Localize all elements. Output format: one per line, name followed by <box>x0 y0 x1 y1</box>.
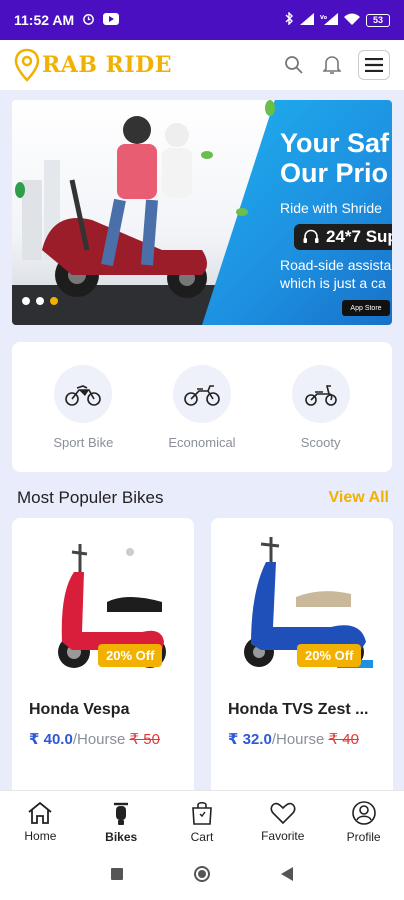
status-time: 11:52 AM <box>14 12 75 28</box>
bike-price: ₹ 40.0 <box>29 731 73 748</box>
bottom-navigation: Home Bikes Cart Favorite Profile <box>0 790 404 852</box>
carousel-dot-active[interactable] <box>50 297 58 305</box>
app-name: RAB RIDE <box>42 52 173 78</box>
discount-badge: 20% Off <box>297 644 362 667</box>
home-button-icon[interactable] <box>193 865 211 888</box>
app-logo: RAB RIDE <box>14 48 172 82</box>
app-store-badge[interactable]: App Store <box>342 300 390 316</box>
price-unit: /Hourse <box>271 731 325 748</box>
carousel-dot[interactable] <box>22 297 30 305</box>
nav-label: Cart <box>190 829 214 844</box>
category-economical[interactable]: Economical <box>147 364 257 450</box>
youtube-icon <box>103 12 120 28</box>
price-unit: /Hourse <box>72 731 126 748</box>
nav-label: Home <box>24 828 57 843</box>
banner-support-pill: 24*7 Sup <box>294 224 392 250</box>
nav-label: Profile <box>346 829 381 844</box>
bike-icon <box>114 802 129 825</box>
location-pin-icon <box>14 48 40 82</box>
home-icon <box>28 801 52 824</box>
alarm-icon <box>82 12 95 28</box>
nav-bikes[interactable]: Bikes <box>86 800 156 844</box>
category-label: Sport Bike <box>53 434 114 450</box>
menu-icon[interactable] <box>358 50 390 80</box>
bike-name: Honda TVS Zest ... <box>228 701 369 718</box>
bike-price: ₹ 32.0 <box>228 731 272 748</box>
bike-card[interactable]: 20% Off Honda Vespa ₹ 40.0/Hourse ₹ 50 <box>12 518 194 808</box>
nav-home[interactable]: Home <box>5 801 75 843</box>
banner-riders-illustration <box>15 100 275 298</box>
nav-label: Bikes <box>105 829 138 844</box>
nav-profile[interactable]: Profile <box>329 800 399 844</box>
wifi-icon <box>344 13 360 28</box>
profile-icon <box>351 800 376 825</box>
category-sport-bike[interactable]: Sport Bike <box>28 364 138 450</box>
battery-indicator: 53 <box>366 13 390 27</box>
bike-price-row: ₹ 32.0/Hourse ₹ 40 <box>228 728 388 752</box>
sport-bike-icon <box>54 364 113 423</box>
bike-name: Honda Vespa <box>29 701 130 718</box>
discount-badge: 20% Off <box>98 644 163 667</box>
category-panel: Sport Bike Economical Scooty <box>12 342 392 472</box>
category-label: Scooty <box>300 434 341 450</box>
carousel-dot[interactable] <box>36 297 44 305</box>
volte-signal-icon: Vo <box>320 12 338 28</box>
promo-banner[interactable]: Your Saf Our Prio Ride with Shride 24*7 … <box>12 100 392 325</box>
back-icon[interactable] <box>281 866 293 886</box>
search-icon[interactable] <box>282 53 306 77</box>
banner-description: Road-side assista which is just a ca <box>280 257 392 291</box>
cart-icon <box>192 801 212 825</box>
carousel-dots <box>22 297 58 305</box>
old-price: ₹ 50 <box>129 731 160 748</box>
old-price: ₹ 40 <box>328 731 359 748</box>
banner-subtitle: Ride with Shride <box>280 200 382 216</box>
scooty-icon <box>291 364 350 423</box>
bike-price-row: ₹ 40.0/Hourse ₹ 50 <box>29 728 189 752</box>
section-title: Most Populer Bikes <box>17 488 164 507</box>
banner-title: Your Saf Our Prio <box>280 128 390 188</box>
popular-bikes-header: Most Populer Bikes View All <box>17 488 389 508</box>
economical-bike-icon <box>172 364 231 423</box>
bell-icon[interactable] <box>320 53 344 77</box>
svg-text:Vo: Vo <box>320 15 328 21</box>
nav-favorite[interactable]: Favorite <box>248 801 318 843</box>
nav-label: Favorite <box>261 828 305 843</box>
bluetooth-icon <box>285 11 294 28</box>
category-scooty[interactable]: Scooty <box>266 364 376 450</box>
recent-apps-icon[interactable] <box>111 867 123 885</box>
nav-cart[interactable]: Cart <box>167 800 237 844</box>
bike-card[interactable]: 20% Off Honda TVS Zest ... ₹ 32.0/Hourse… <box>211 518 393 808</box>
category-label: Economical <box>168 434 236 450</box>
system-navigation-bar <box>0 852 404 900</box>
signal-icon <box>300 12 314 28</box>
headset-icon <box>303 229 319 243</box>
heart-icon <box>270 802 296 824</box>
view-all-link[interactable]: View All <box>329 489 389 507</box>
status-bar: 11:52 AM Vo 53 <box>0 0 404 40</box>
app-header: RAB RIDE <box>0 40 404 90</box>
